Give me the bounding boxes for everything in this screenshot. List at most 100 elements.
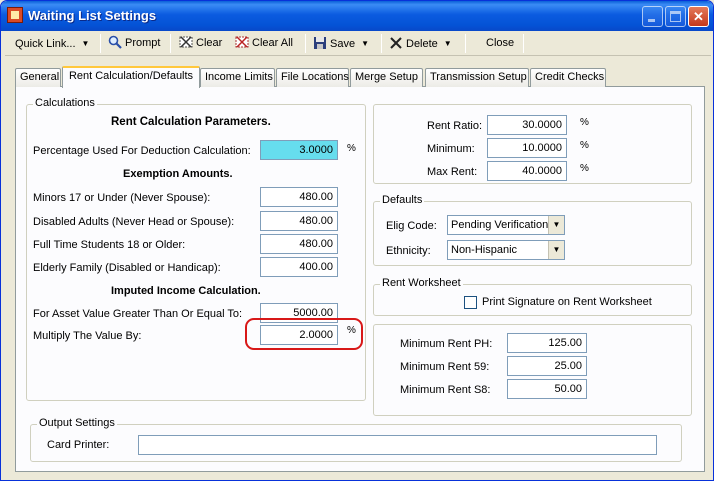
clear-all-button[interactable]: Clear All bbox=[235, 33, 293, 54]
minimize-button[interactable] bbox=[642, 6, 663, 27]
rent-ratio-unit: % bbox=[580, 117, 589, 128]
elig-code-select[interactable]: Pending Verification ▼ bbox=[447, 215, 565, 235]
toolbar-separator bbox=[100, 34, 101, 53]
title-bar[interactable]: Waiting List Settings ✕ bbox=[1, 1, 713, 31]
students-input[interactable]: 480.00 bbox=[260, 234, 338, 254]
pct-deduction-input[interactable]: 3.0000 bbox=[260, 140, 338, 160]
elderly-input[interactable]: 400.00 bbox=[260, 257, 338, 277]
maximize-icon bbox=[670, 11, 681, 22]
tab-panel-rent-calculation: Calculations Rent Calculation Parameters… bbox=[15, 86, 705, 472]
clear-all-icon bbox=[235, 35, 249, 49]
quick-link-label: Quick Link... bbox=[15, 38, 76, 50]
defaults-legend: Defaults bbox=[380, 194, 425, 206]
min-rent-s8-label: Minimum Rent S8: bbox=[400, 384, 491, 396]
min-rent-59-label: Minimum Rent 59: bbox=[400, 361, 490, 373]
rent-ratio-group: Rent Ratio: 30.0000 % Minimum: 10.0000 %… bbox=[373, 104, 692, 184]
max-rent-unit: % bbox=[580, 163, 589, 174]
output-settings-legend: Output Settings bbox=[37, 417, 117, 429]
print-signature-checkbox[interactable] bbox=[464, 296, 477, 309]
minors-label: Minors 17 or Under (Never Spouse): bbox=[33, 192, 211, 204]
toolbar: Quick Link... ▼ Prompt Clear Clear All Sa… bbox=[5, 31, 711, 56]
magnifier-icon bbox=[108, 35, 122, 49]
toolbar-separator bbox=[465, 34, 466, 53]
min-rent-59-input[interactable]: 25.00 bbox=[507, 356, 587, 376]
exemption-header: Exemption Amounts. bbox=[123, 168, 233, 180]
multiply-unit: % bbox=[347, 325, 356, 336]
save-label: Save bbox=[330, 38, 356, 50]
minimum-rents-group: Minimum Rent PH: 125.00 Minimum Rent 59:… bbox=[373, 324, 692, 416]
output-settings-group: Output Settings Card Printer: bbox=[30, 417, 682, 462]
delete-label: Delete bbox=[406, 38, 438, 50]
min-rent-s8-input[interactable]: 50.00 bbox=[507, 379, 587, 399]
asset-value-label: For Asset Value Greater Than Or Equal To… bbox=[33, 308, 243, 320]
elig-code-value: Pending Verification bbox=[451, 219, 549, 231]
pct-deduction-unit: % bbox=[347, 143, 356, 154]
clear-button[interactable]: Clear bbox=[179, 33, 222, 54]
prompt-button[interactable]: Prompt bbox=[108, 33, 160, 54]
minimum-label: Minimum: bbox=[427, 143, 475, 155]
rent-params-header: Rent Calculation Parameters. bbox=[111, 116, 271, 128]
tab-rent-calculation-defaults[interactable]: Rent Calculation/Defaults bbox=[62, 66, 200, 88]
students-label: Full Time Students 18 or Older: bbox=[33, 239, 186, 251]
min-rent-ph-input[interactable]: 125.00 bbox=[507, 333, 587, 353]
delete-button[interactable]: Delete ▼ bbox=[389, 33, 452, 54]
calculations-legend: Calculations bbox=[33, 97, 97, 109]
max-rent-label: Max Rent: bbox=[427, 166, 478, 178]
calculations-group: Calculations Rent Calculation Parameters… bbox=[26, 97, 366, 401]
minors-input[interactable]: 480.00 bbox=[260, 187, 338, 207]
rent-ratio-label: Rent Ratio: bbox=[427, 120, 483, 132]
chevron-down-icon[interactable]: ▼ bbox=[548, 241, 564, 259]
tab-file-locations[interactable]: File Locations bbox=[276, 68, 349, 87]
save-button[interactable]: Save ▼ bbox=[313, 33, 369, 54]
multiply-value-label: Multiply The Value By: bbox=[33, 330, 142, 342]
print-signature-label[interactable]: Print Signature on Rent Worksheet bbox=[482, 296, 652, 308]
toolbar-separator bbox=[381, 34, 382, 53]
chevron-down-icon: ▼ bbox=[81, 39, 90, 48]
toolbar-separator bbox=[305, 34, 306, 53]
rent-ratio-input[interactable]: 30.0000 bbox=[487, 115, 567, 135]
tab-merge-setup[interactable]: Merge Setup bbox=[350, 68, 423, 87]
chevron-down-icon: ▼ bbox=[361, 39, 369, 48]
ethnicity-select[interactable]: Non-Hispanic ▼ bbox=[447, 240, 565, 260]
multiply-value-input[interactable]: 2.0000 bbox=[260, 325, 338, 345]
close-window-button[interactable]: ✕ bbox=[688, 6, 709, 27]
imputed-header: Imputed Income Calculation. bbox=[111, 285, 261, 297]
tab-credit-checks[interactable]: Credit Checks bbox=[530, 68, 606, 87]
tab-income-limits[interactable]: Income Limits bbox=[200, 68, 275, 87]
minimum-unit: % bbox=[580, 140, 589, 151]
rent-worksheet-group: Rent Worksheet Print Signature on Rent W… bbox=[373, 277, 692, 316]
min-rent-ph-label: Minimum Rent PH: bbox=[400, 338, 493, 350]
ethnicity-label: Ethnicity: bbox=[386, 245, 431, 257]
disabled-adults-label: Disabled Adults (Never Head or Spouse): bbox=[33, 216, 235, 228]
pct-deduction-label: Percentage Used For Deduction Calculatio… bbox=[33, 145, 251, 157]
card-printer-label: Card Printer: bbox=[47, 439, 110, 451]
app-window: Waiting List Settings ✕ Quick Link... ▼ P… bbox=[0, 0, 714, 481]
toolbar-separator bbox=[170, 34, 171, 53]
maximize-button[interactable] bbox=[665, 6, 686, 27]
close-button[interactable]: Close bbox=[486, 33, 514, 54]
delete-x-icon bbox=[389, 36, 403, 50]
defaults-group: Defaults Elig Code: Pending Verification… bbox=[373, 194, 692, 266]
clear-icon bbox=[179, 35, 193, 49]
window-title: Waiting List Settings bbox=[28, 8, 157, 23]
chevron-down-icon[interactable]: ▼ bbox=[548, 216, 564, 234]
tab-transmission-setup[interactable]: Transmission Setup bbox=[425, 68, 529, 87]
floppy-disk-icon bbox=[313, 36, 327, 50]
app-icon bbox=[7, 7, 23, 23]
max-rent-input[interactable]: 40.0000 bbox=[487, 161, 567, 181]
clear-label: Clear bbox=[196, 37, 223, 49]
disabled-adults-input[interactable]: 480.00 bbox=[260, 211, 338, 231]
prompt-label: Prompt bbox=[125, 37, 161, 49]
quick-link-button[interactable]: Quick Link... ▼ bbox=[15, 33, 89, 54]
elig-code-label: Elig Code: bbox=[386, 220, 437, 232]
rent-worksheet-legend: Rent Worksheet bbox=[380, 277, 463, 289]
minimize-icon bbox=[648, 19, 655, 22]
tab-general[interactable]: General bbox=[15, 68, 61, 87]
chevron-down-icon: ▼ bbox=[443, 39, 452, 48]
close-label: Close bbox=[486, 37, 515, 49]
close-icon: ✕ bbox=[693, 9, 704, 24]
ethnicity-value: Non-Hispanic bbox=[451, 244, 518, 256]
minimum-input[interactable]: 10.0000 bbox=[487, 138, 567, 158]
clear-all-label: Clear All bbox=[252, 37, 293, 49]
card-printer-input[interactable] bbox=[138, 435, 657, 455]
